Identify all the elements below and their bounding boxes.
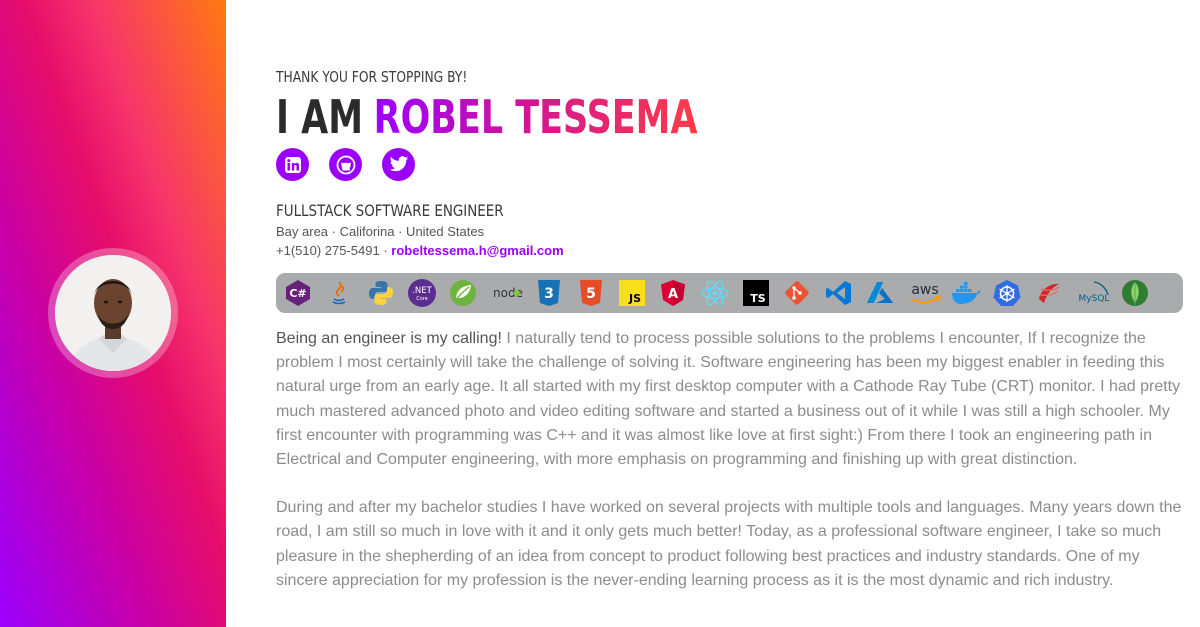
sidebar-gradient: [0, 0, 226, 627]
svg-text:C#: C#: [289, 287, 306, 300]
spring-icon: [447, 277, 479, 309]
location-text: Bay area · Califorina · United States: [276, 224, 485, 239]
vscode-icon: [823, 277, 855, 309]
aws-icon: aws: [905, 277, 945, 309]
html5-icon: 5: [575, 277, 607, 309]
github-link[interactable]: [329, 148, 362, 181]
phone-text: +1(510) 275-5491: [276, 243, 380, 258]
tech-stack-bar: C# .NET Core node 3 5 JS A TS aws MySQL: [276, 273, 1183, 313]
svg-text:5: 5: [586, 286, 596, 302]
svg-text:Core: Core: [416, 296, 428, 302]
bio-text-1: I naturally tend to process possible sol…: [276, 330, 1181, 469]
svg-text:MySQL: MySQL: [1079, 294, 1110, 304]
svg-text:TS: TS: [750, 292, 766, 305]
css3-icon: 3: [533, 277, 565, 309]
react-icon: [699, 277, 731, 309]
bio-paragraph-2: During and after my bachelor studies I h…: [276, 499, 1182, 589]
contact-line: +1(510) 275-5491 · robeltessema.h@gmail.…: [276, 243, 564, 258]
svg-text:.NET: .NET: [412, 286, 432, 296]
svg-text:A: A: [668, 287, 678, 302]
dotnet-icon: .NET Core: [406, 277, 438, 309]
linkedin-link[interactable]: [276, 148, 309, 181]
java-icon: [323, 277, 355, 309]
twitter-link[interactable]: [382, 148, 415, 181]
linkedin-icon: [284, 156, 301, 173]
typescript-icon: TS: [740, 277, 772, 309]
svg-text:aws: aws: [911, 282, 938, 298]
email-link[interactable]: robeltessema.h@gmail.com: [391, 243, 563, 258]
svg-text:JS: JS: [628, 292, 641, 305]
python-icon: [365, 277, 397, 309]
profile-photo: [55, 255, 171, 371]
job-title: FULLSTACK SOFTWARE ENGINEER: [276, 201, 504, 220]
kicker-text: THANK YOU FOR STOPPING BY!: [276, 68, 468, 86]
bio-lead: Being an engineer is my calling!: [276, 330, 502, 347]
docker-icon: [950, 277, 982, 309]
azure-icon: [864, 277, 896, 309]
angular-icon: A: [657, 277, 689, 309]
title-prefix: I AM: [276, 90, 364, 144]
title-name: ROBEL TESSEMA: [373, 90, 698, 144]
javascript-icon: JS: [616, 277, 648, 309]
git-icon: [781, 277, 813, 309]
svg-text:3: 3: [545, 286, 555, 302]
mongodb-icon: [1119, 277, 1151, 309]
sqlserver-icon: [1033, 277, 1065, 309]
mysql-icon: MySQL: [1074, 277, 1114, 309]
nodejs-icon: node: [488, 277, 528, 309]
bio-paragraph-1: Being an engineer is my calling! I natur…: [276, 327, 1186, 472]
avatar-ring: [48, 248, 178, 378]
page-title: I AM ROBEL TESSEMA: [276, 88, 698, 146]
social-links: [276, 148, 415, 181]
csharp-icon: C#: [282, 277, 314, 309]
kubernetes-icon: [991, 277, 1023, 309]
github-icon: [336, 155, 355, 174]
avatar: [55, 255, 171, 371]
contact-separator: ·: [379, 243, 392, 258]
bio-section: Being an engineer is my calling! I natur…: [276, 327, 1186, 617]
twitter-icon: [389, 156, 408, 172]
